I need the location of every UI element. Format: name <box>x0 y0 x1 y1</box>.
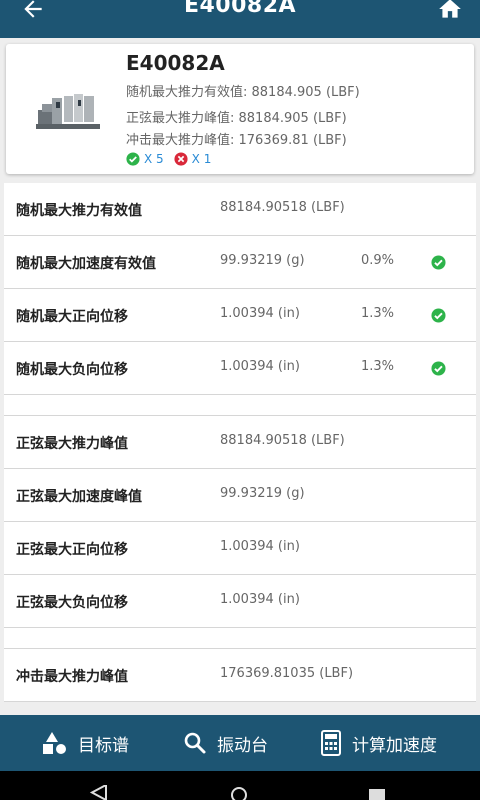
table-row: 正弦最大加速度峰值 99.93219 (g) <box>4 469 476 522</box>
row-value: 88184.90518 (LBF) <box>220 200 345 215</box>
shapes-icon <box>43 732 66 754</box>
shaker-label: 振动台 <box>217 735 268 756</box>
table-row: 正弦最大推力峰值 88184.90518 (LBF) <box>4 416 476 469</box>
target-spectrum-label: 目标谱 <box>78 735 129 756</box>
row-label: 正弦最大正向位移 <box>16 542 128 558</box>
calculator-icon <box>321 730 341 756</box>
row-label: 正弦最大负向位移 <box>16 595 128 611</box>
fail-count: X 1 <box>191 152 212 166</box>
summary-card: E40082A 随机最大推力有效值: 88184.905 (LBF) 正弦最大推… <box>6 44 474 174</box>
table-row: 正弦最大负向位移 1.00394 (in) <box>4 575 476 628</box>
row-label: 随机最大加速度有效值 <box>16 256 156 272</box>
table-row: 随机最大负向位移 1.00394 (in) 1.3% <box>4 342 476 395</box>
random-force-summary: 随机最大推力有效值: 88184.905 (LBF) <box>126 85 360 100</box>
check-circle-icon <box>431 361 446 376</box>
row-percent: 1.3% <box>361 306 395 321</box>
fail-circle-icon <box>174 152 188 166</box>
table-row: 冲击最大推力峰值 176369.81035 (LBF) <box>4 649 476 702</box>
section-divider <box>4 628 476 649</box>
row-percent: 1.3% <box>361 359 395 374</box>
shaker-thumbnail <box>36 94 100 129</box>
result-badges: X 5 X 1 <box>126 152 211 166</box>
home-circle-icon[interactable] <box>229 785 249 800</box>
row-value: 1.00394 (in) <box>220 359 300 374</box>
spec-table: 随机最大推力有效值 88184.90518 (LBF) 随机最大加速度有效值 9… <box>4 183 476 702</box>
shaker-button[interactable]: 振动台 <box>183 715 268 771</box>
recents-square-icon[interactable] <box>368 785 386 800</box>
check-circle-icon <box>126 152 140 166</box>
row-label: 随机最大负向位移 <box>16 362 128 378</box>
row-label: 随机最大推力有效值 <box>16 203 142 219</box>
row-percent: 0.9% <box>361 253 395 268</box>
check-circle-icon <box>431 308 446 323</box>
row-value: 1.00394 (in) <box>220 539 300 554</box>
home-icon[interactable] <box>436 0 464 22</box>
page-title: E40082A <box>183 0 297 18</box>
table-row: 正弦最大正向位移 1.00394 (in) <box>4 522 476 575</box>
table-row: 随机最大正向位移 1.00394 (in) 1.3% <box>4 289 476 342</box>
sine-force-summary: 正弦最大推力峰值: 88184.905 (LBF) <box>126 111 347 126</box>
row-value: 99.93219 (g) <box>220 253 305 268</box>
calc-accel-button[interactable]: 计算加速度 <box>320 715 437 771</box>
pass-count: X 5 <box>144 152 164 166</box>
table-row: 随机最大推力有效值 88184.90518 (LBF) <box>4 183 476 236</box>
bottom-nav: 目标谱 振动台 计算加速度 <box>0 715 480 771</box>
row-value: 99.93219 (g) <box>220 486 305 501</box>
check-circle-icon <box>431 255 446 270</box>
shock-force-summary: 冲击最大推力峰值: 176369.81 (LBF) <box>126 133 347 148</box>
system-nav-bar <box>0 771 480 800</box>
back-triangle-icon[interactable] <box>88 785 108 800</box>
calc-accel-label: 计算加速度 <box>352 735 437 756</box>
row-value: 1.00394 (in) <box>220 592 300 607</box>
table-row: 随机最大加速度有效值 99.93219 (g) 0.9% <box>4 236 476 289</box>
app-bar: E40082A <box>0 0 480 38</box>
row-label: 正弦最大推力峰值 <box>16 436 128 452</box>
device-name: E40082A <box>126 51 225 75</box>
search-icon <box>184 732 206 754</box>
section-divider <box>4 395 476 416</box>
row-value: 88184.90518 (LBF) <box>220 433 345 448</box>
row-label: 冲击最大推力峰值 <box>16 669 128 685</box>
row-label: 随机最大正向位移 <box>16 309 128 325</box>
row-value: 176369.81035 (LBF) <box>220 666 354 681</box>
row-value: 1.00394 (in) <box>220 306 300 321</box>
row-label: 正弦最大加速度峰值 <box>16 489 142 505</box>
target-spectrum-button[interactable]: 目标谱 <box>42 715 129 771</box>
